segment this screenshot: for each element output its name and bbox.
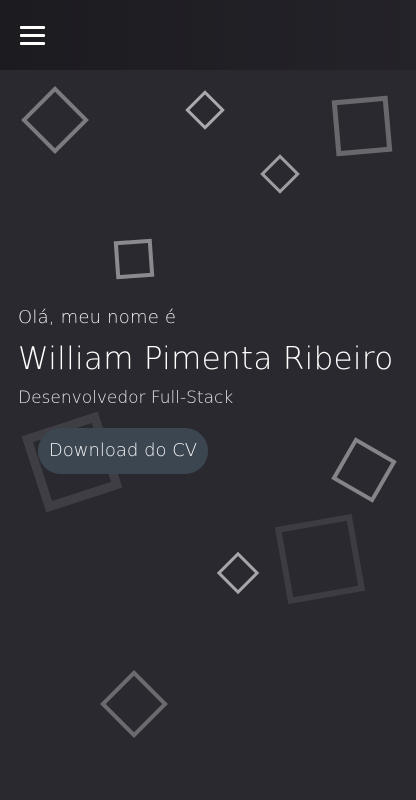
hero-section: Olá, meu nome é William Pimenta Ribeiro … [18, 305, 393, 410]
download-cv-button[interactable]: Download do CV [38, 428, 208, 474]
decorative-square-icon [185, 90, 225, 130]
hero-name: William Pimenta Ribeiro [18, 341, 394, 377]
hamburger-menu-icon [20, 26, 45, 29]
decorative-square-icon [331, 437, 397, 503]
decorative-square-icon [274, 513, 366, 605]
decorative-square-icon [216, 551, 260, 595]
greeting-text: Olá, meu nome é [18, 307, 177, 328]
decorative-square-icon [260, 154, 300, 194]
page: Olá, meu nome é William Pimenta Ribeiro … [0, 0, 416, 800]
navbar [0, 0, 416, 70]
hamburger-menu-icon [20, 42, 45, 45]
hero-role: Desenvolvedor Full-Stack [18, 388, 234, 408]
decorative-square-icon [100, 670, 168, 738]
decorative-square-icon [21, 86, 89, 154]
decorative-square-icon [113, 238, 155, 280]
menu-button[interactable] [16, 20, 50, 50]
decorative-square-icon [331, 95, 393, 157]
hamburger-menu-icon [20, 34, 45, 37]
